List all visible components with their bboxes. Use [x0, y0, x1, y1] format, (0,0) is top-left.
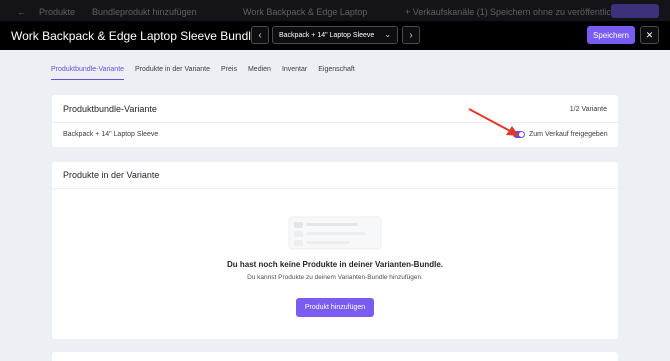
breadcrumb-products: Produkte — [39, 7, 76, 17]
background-app-bar: ← Produkte Bundleprodukt hinzufügen Work… — [0, 0, 670, 22]
chevron-right-icon: › — [409, 29, 413, 41]
main-content: Produktbundle-Variante Produkte in der V… — [0, 50, 670, 361]
empty-list-illustration — [288, 216, 382, 250]
chevron-down-icon: ⌄ — [384, 30, 391, 39]
tab-preis[interactable]: Preis — [221, 66, 237, 80]
tab-medien[interactable]: Medien — [248, 66, 271, 80]
breadcrumb-add-bundle: Bundleprodukt hinzufügen — [92, 7, 197, 17]
tab-produkte-in-der-variante[interactable]: Produkte in der Variante — [135, 66, 210, 80]
variant-count: 1/2 Variante — [569, 106, 607, 113]
previous-variant-button[interactable]: ‹ — [251, 26, 269, 44]
next-card — [52, 352, 618, 361]
background-save-button — [611, 4, 659, 18]
tab-eigenschaft[interactable]: Eigenschaft — [318, 66, 355, 80]
page-title: Work Backpack & Edge Laptop Sleeve Bundl… — [11, 29, 258, 43]
sale-toggle-label: Zum Verkauf freigegeben — [529, 131, 608, 138]
tab-inventar[interactable]: Inventar — [282, 66, 307, 80]
variant-name: Backpack + 14" Laptop Sleeve — [63, 131, 159, 138]
save-button[interactable]: Speichern — [587, 26, 635, 44]
products-card-title: Produkte in der Variante — [63, 170, 160, 180]
next-variant-button[interactable]: › — [402, 26, 420, 44]
tab-produktbundle-variante[interactable]: Produktbundle-Variante — [51, 66, 125, 80]
close-icon: ✕ — [645, 29, 654, 40]
save-unpublished-link: Speichern ohne zu veröffentlichen — [490, 7, 626, 17]
background-product-name: Work Backpack & Edge Laptop — [243, 7, 368, 17]
divider — [52, 188, 618, 189]
back-arrow-icon: ← — [17, 7, 26, 17]
variant-card-title: Produktbundle-Variante — [63, 104, 157, 114]
modal-header: Work Backpack & Edge Laptop Sleeve Bundl… — [0, 21, 670, 50]
products-card: Produkte in der Variante Du hast noch ke… — [52, 162, 618, 339]
annotation-arrow-icon — [468, 108, 519, 136]
tab-bar: Produktbundle-Variante Produkte in der V… — [51, 66, 366, 84]
variant-select-value: Backpack + 14" Laptop Sleeve — [279, 31, 375, 39]
chevron-left-icon: ‹ — [258, 29, 262, 41]
close-button[interactable]: ✕ — [640, 26, 659, 44]
empty-state-title: Du hast noch keine Produkte in deiner Va… — [226, 260, 444, 269]
variant-select[interactable]: Backpack + 14" Laptop Sleeve ⌄ — [272, 26, 398, 44]
add-product-button[interactable]: Produkt hinzufügen — [296, 298, 374, 317]
sales-channels-link: + Verkaufskanäle (1) — [405, 7, 488, 17]
empty-state-subtitle: Du kannst Produkte zu deinem Varianten-B… — [247, 274, 423, 281]
